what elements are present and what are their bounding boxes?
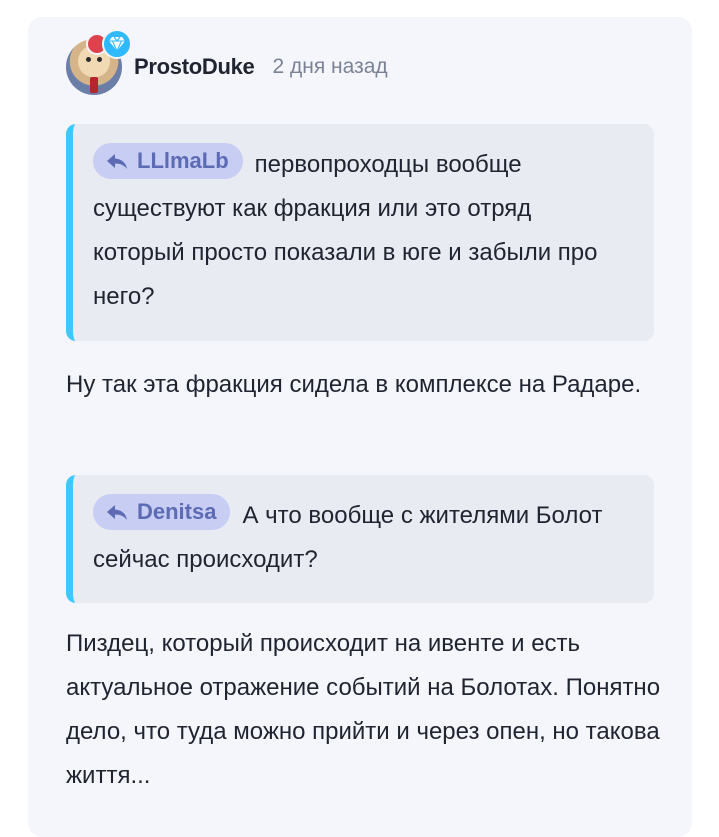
reply-arrow-icon: [107, 505, 127, 520]
reply-mention-chip[interactable]: LLlmaLb: [93, 143, 243, 179]
comment-header: ProstoDuke 2 дня назад: [66, 29, 388, 95]
quoted-message[interactable]: LLlmaLb первопроходцы вообще существуют …: [66, 124, 654, 341]
comment-card: ProstoDuke 2 дня назад LLlmaLb первопрох…: [28, 17, 692, 837]
author-name[interactable]: ProstoDuke: [134, 54, 255, 80]
avatar[interactable]: [66, 29, 132, 95]
avatar-eye: [86, 57, 91, 62]
reply-arrow-icon: [107, 154, 127, 169]
reply-text: Ну так эта фракция сидела в комплексе на…: [66, 371, 642, 398]
mention-username: Denitsa: [137, 499, 217, 524]
comment-timestamp[interactable]: 2 дня назад: [272, 55, 387, 79]
quoted-message[interactable]: Denitsa А что вообще с жителями Болот се…: [66, 475, 654, 603]
avatar-eye: [97, 57, 102, 62]
reply-mention-chip[interactable]: Denitsa: [93, 494, 231, 530]
reply-text: Пиздец, который происходит на ивенте и е…: [66, 630, 661, 789]
mention-username: LLlmaLb: [137, 148, 229, 173]
diamond-icon: [102, 29, 132, 59]
avatar-tie: [90, 77, 98, 93]
